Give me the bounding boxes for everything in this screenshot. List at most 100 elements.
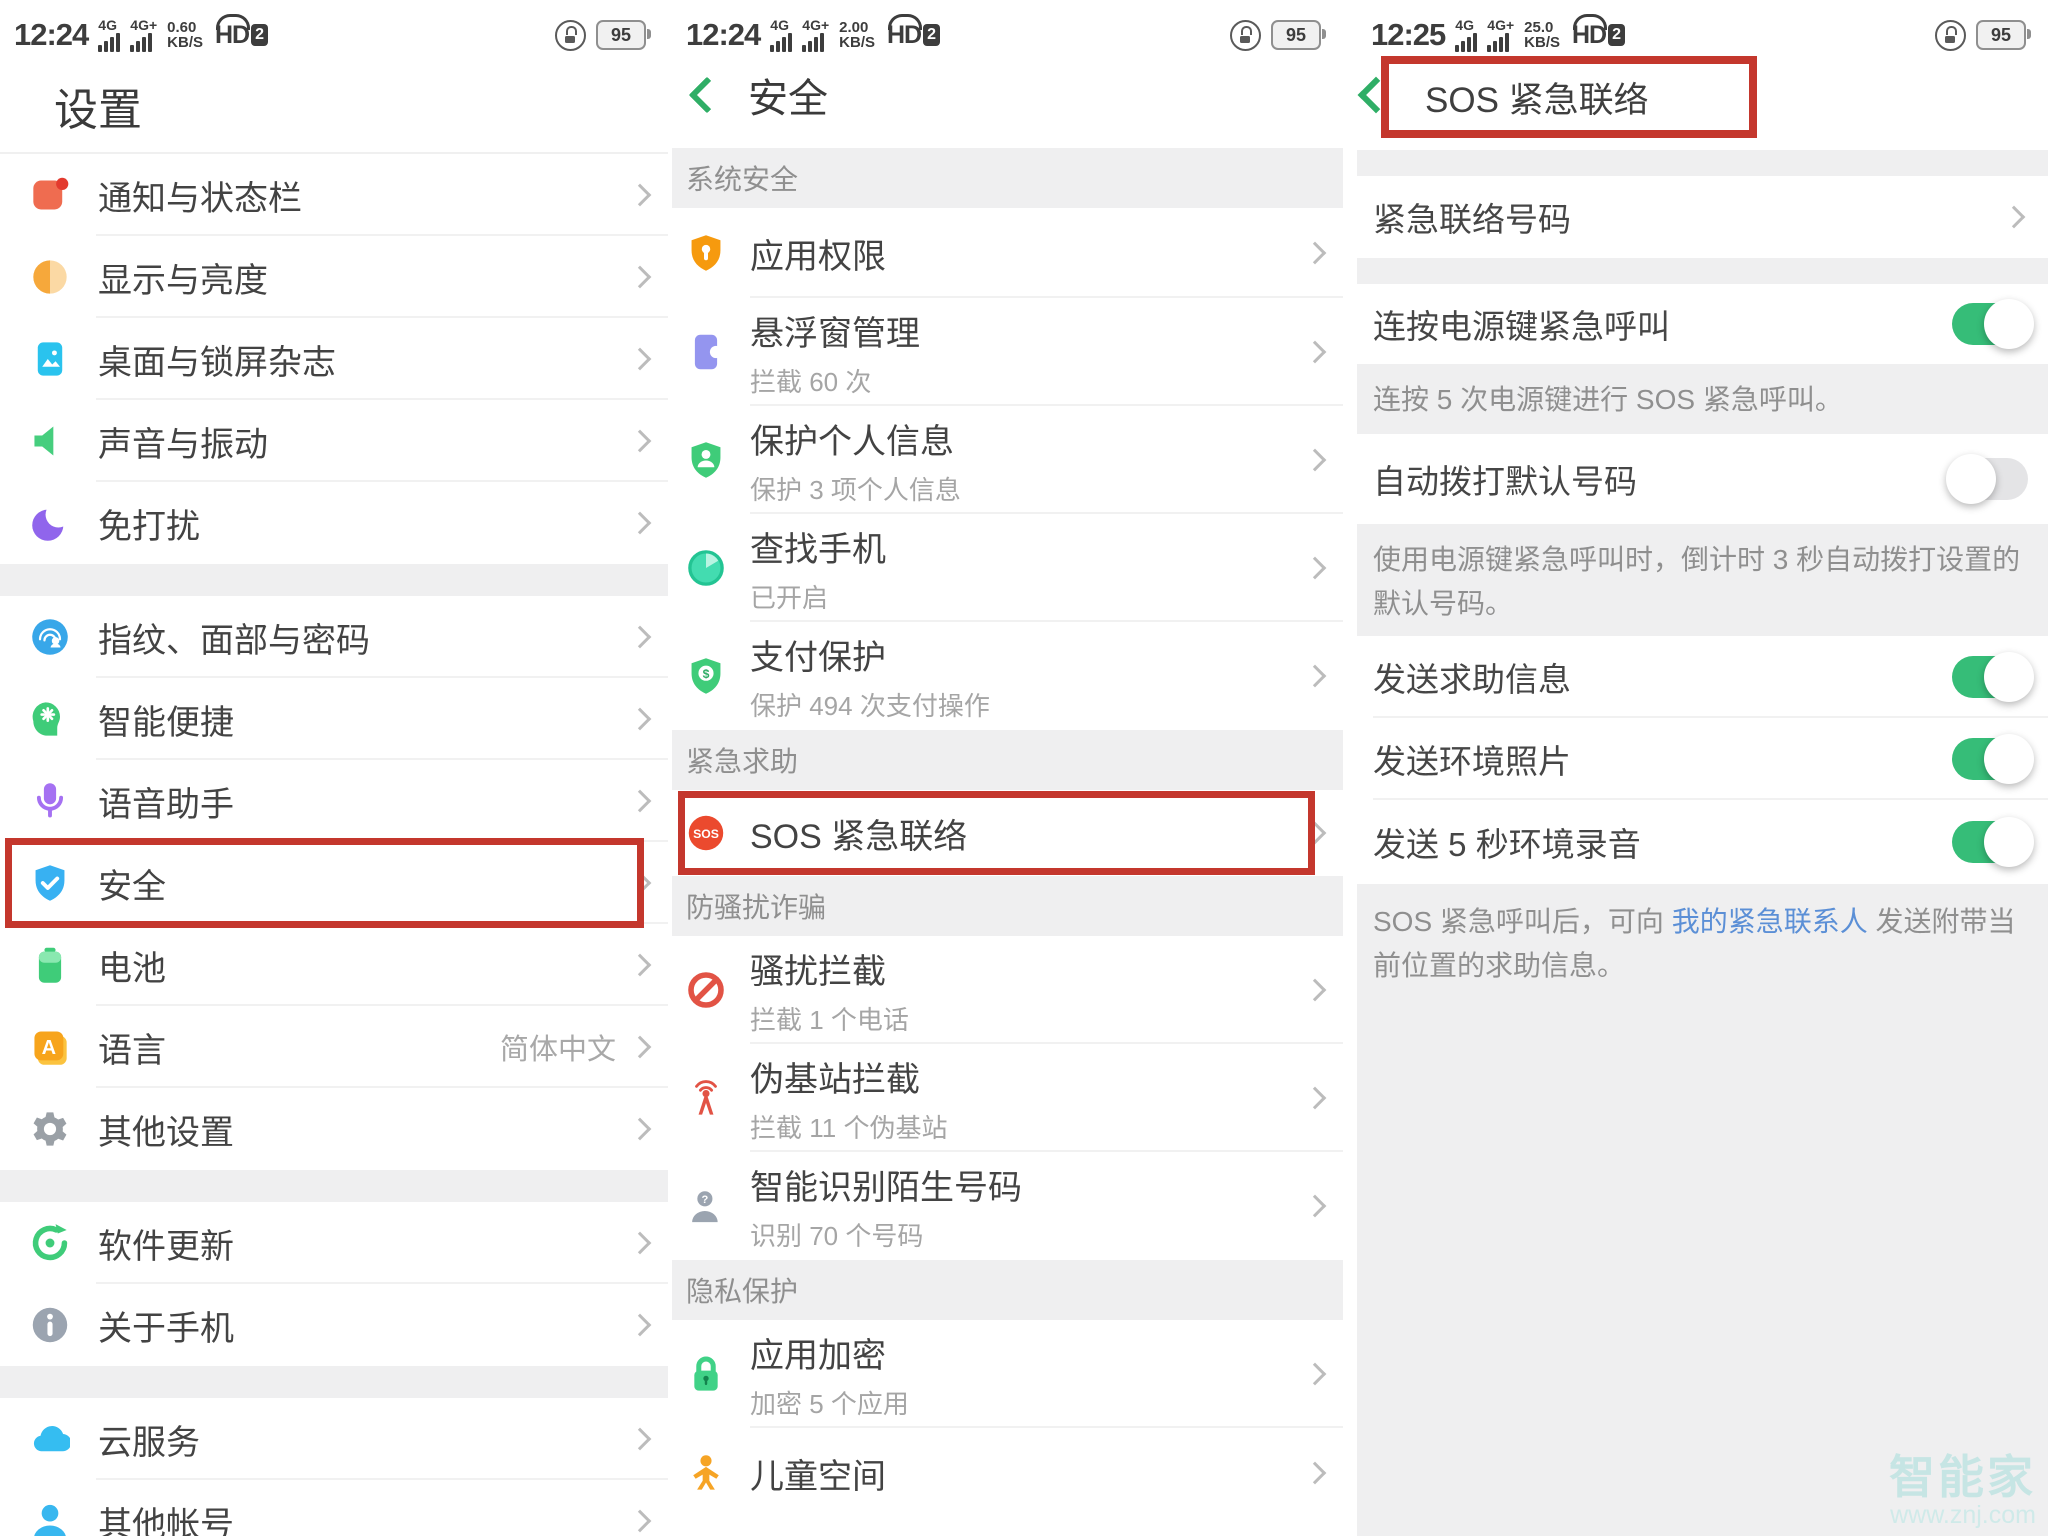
settings-group: 通知与状态栏 显示与亮度 桌面与锁屏杂志 声音与振动 免打扰 bbox=[0, 154, 668, 564]
item-subtitle: 拦截 1 个电话 bbox=[750, 1004, 909, 1035]
section-items: 应用加密 加密 5 个应用 儿童空间 bbox=[672, 1320, 1343, 1518]
chevron-right-icon bbox=[628, 511, 652, 535]
item-subtitle: 拦截 11 个伪基站 bbox=[750, 1112, 948, 1143]
kids-icon bbox=[686, 1453, 726, 1493]
item-subtitle: 加密 5 个应用 bbox=[750, 1388, 909, 1419]
security-item[interactable]: $ 支付保护 保护 494 次支付操作 bbox=[672, 622, 1343, 730]
section-items: SOS SOS 紧急联络 bbox=[672, 790, 1343, 876]
chevron-right-icon bbox=[628, 1509, 652, 1533]
notifications-icon bbox=[30, 175, 70, 215]
signal-4gplus-icon: 4G+ bbox=[130, 18, 157, 52]
section-divider bbox=[0, 564, 668, 596]
display-icon bbox=[30, 257, 70, 297]
send-help-toggle[interactable] bbox=[1952, 652, 2034, 702]
power-key-call-toggle[interactable] bbox=[1952, 299, 2034, 349]
settings-group: 软件更新 关于手机 bbox=[0, 1202, 668, 1366]
smart-icon bbox=[30, 699, 70, 739]
helper-text: 连按 5 次电源键进行 SOS 紧急呼叫。 bbox=[1357, 364, 2048, 434]
chevron-right-icon bbox=[1303, 340, 1327, 364]
settings-item[interactable]: 桌面与锁屏杂志 bbox=[0, 318, 668, 400]
section-divider bbox=[0, 1170, 668, 1202]
signal-4g-icon: 4G bbox=[770, 18, 793, 52]
security-item[interactable]: 伪基站拦截 拦截 11 个伪基站 bbox=[672, 1044, 1343, 1152]
account-icon bbox=[30, 1501, 70, 1536]
power-key-call-row[interactable]: 连按电源键紧急呼叫 bbox=[1357, 284, 2048, 364]
security-screen: 12:24 4G 4G+ 2.00 KB/S HD 2 95 安全 系统安全 应… bbox=[672, 0, 1343, 1536]
chevron-right-icon bbox=[1303, 664, 1327, 688]
security-item[interactable]: 应用加密 加密 5 个应用 bbox=[672, 1320, 1343, 1428]
rotation-lock-icon bbox=[555, 19, 586, 51]
settings-item[interactable]: 其他设置 bbox=[0, 1088, 668, 1170]
rotation-lock-icon bbox=[1230, 19, 1261, 51]
sos-screen: 12:25 4G 4G+ 25.0KB/S HD2 95 SOS 紧急联络 bbox=[1357, 0, 2048, 1536]
send-audio-toggle[interactable] bbox=[1952, 817, 2034, 867]
sos-icon: SOS bbox=[686, 813, 726, 853]
auto-dial-toggle[interactable] bbox=[1946, 454, 2028, 504]
network-speed: 0.60 KB/S bbox=[167, 19, 203, 51]
send-audio-row[interactable]: 发送 5 秒环境录音 bbox=[1357, 800, 2048, 884]
item-subtitle: 保护 494 次支付操作 bbox=[750, 690, 990, 721]
helper-text: 使用电源键紧急呼叫时，倒计时 3 秒自动拨打设置的默认号码。 bbox=[1357, 524, 2048, 636]
language-icon: A bbox=[30, 1027, 70, 1067]
gear-icon bbox=[30, 1109, 70, 1149]
settings-item[interactable]: 通知与状态栏 bbox=[0, 154, 668, 236]
settings-item[interactable]: 软件更新 bbox=[0, 1202, 668, 1284]
back-icon[interactable] bbox=[688, 76, 726, 114]
settings-item[interactable]: 指纹、面部与密码 bbox=[0, 596, 668, 678]
item-subtitle: 已开启 bbox=[750, 582, 829, 613]
security-item[interactable]: 应用权限 bbox=[672, 208, 1343, 298]
settings-item[interactable]: 显示与亮度 bbox=[0, 236, 668, 318]
signal-4gplus-icon: 4G+ bbox=[1487, 18, 1514, 52]
send-help-row[interactable]: 发送求助信息 bbox=[1357, 636, 2048, 718]
settings-item[interactable]: 智能便捷 bbox=[0, 678, 668, 760]
battery-indicator: 95 bbox=[1976, 20, 2031, 50]
chevron-right-icon bbox=[1303, 1461, 1327, 1485]
settings-item[interactable]: 电池 bbox=[0, 924, 668, 1006]
send-photo-toggle[interactable] bbox=[1952, 734, 2034, 784]
security-item[interactable]: 悬浮窗管理 拦截 60 次 bbox=[672, 298, 1343, 406]
battery-indicator: 95 bbox=[1271, 20, 1326, 50]
chevron-right-icon bbox=[1303, 1194, 1327, 1218]
settings-item[interactable]: 云服务 bbox=[0, 1398, 668, 1480]
settings-item[interactable]: 语音助手 bbox=[0, 760, 668, 842]
auto-dial-row[interactable]: 自动拨打默认号码 bbox=[1357, 434, 2048, 524]
voice-icon bbox=[30, 781, 70, 821]
section-header: 隐私保护 bbox=[672, 1260, 1343, 1320]
status-time: 12:24 bbox=[686, 17, 761, 52]
settings-item[interactable]: 声音与振动 bbox=[0, 400, 668, 482]
signal-4g-icon: 4G bbox=[1455, 18, 1478, 52]
dnd-icon bbox=[30, 503, 70, 543]
security-item[interactable]: ? 智能识别陌生号码 识别 70 个号码 bbox=[672, 1152, 1343, 1260]
security-item[interactable]: 保护个人信息 保护 3 项个人信息 bbox=[672, 406, 1343, 514]
security-item[interactable]: 查找手机 已开启 bbox=[672, 514, 1343, 622]
send-photo-row[interactable]: 发送环境照片 bbox=[1357, 718, 2048, 800]
signal-4gplus-icon: 4G+ bbox=[802, 18, 829, 52]
settings-item[interactable]: 关于手机 bbox=[0, 1284, 668, 1366]
my-emergency-contacts-link[interactable]: 我的紧急联系人 bbox=[1672, 906, 1868, 937]
settings-item[interactable]: A 语言 简体中文 bbox=[0, 1006, 668, 1088]
settings-item[interactable]: 其他帐号 bbox=[0, 1480, 668, 1536]
chevron-right-icon bbox=[628, 265, 652, 289]
three-screenshot-montage: 12:24 4G 4G+ 0.60 KB/S HD 2 95 设置 通知与状态栏… bbox=[0, 0, 2048, 1536]
settings-item[interactable]: 安全 bbox=[0, 838, 668, 928]
security-item[interactable]: SOS SOS 紧急联络 bbox=[672, 790, 1343, 876]
block-icon bbox=[686, 970, 726, 1010]
status-time: 12:24 bbox=[14, 17, 89, 52]
cloud-icon bbox=[30, 1419, 70, 1459]
watermark-url: www.znj.com bbox=[1890, 1500, 2036, 1529]
find-phone-icon bbox=[686, 548, 726, 588]
emergency-number-row[interactable]: 紧急联络号码 bbox=[1357, 176, 2048, 258]
item-subtitle: 拦截 60 次 bbox=[750, 366, 872, 397]
sound-icon bbox=[30, 421, 70, 461]
section-items: 骚扰拦截 拦截 1 个电话 伪基站拦截 拦截 11 个伪基站 ? 智能识别陌生号… bbox=[672, 936, 1343, 1260]
signal-4g-icon: 4G bbox=[98, 18, 121, 52]
settings-item[interactable]: 免打扰 bbox=[0, 482, 668, 564]
chevron-right-icon bbox=[628, 871, 652, 895]
security-item[interactable]: 骚扰拦截 拦截 1 个电话 bbox=[672, 936, 1343, 1044]
battery-icon bbox=[30, 945, 70, 985]
chevron-right-icon bbox=[628, 1117, 652, 1141]
item-subtitle: 保护 3 项个人信息 bbox=[750, 474, 961, 505]
chevron-right-icon bbox=[1303, 448, 1327, 472]
security-item[interactable]: 儿童空间 bbox=[672, 1428, 1343, 1518]
chevron-right-icon bbox=[628, 1313, 652, 1337]
